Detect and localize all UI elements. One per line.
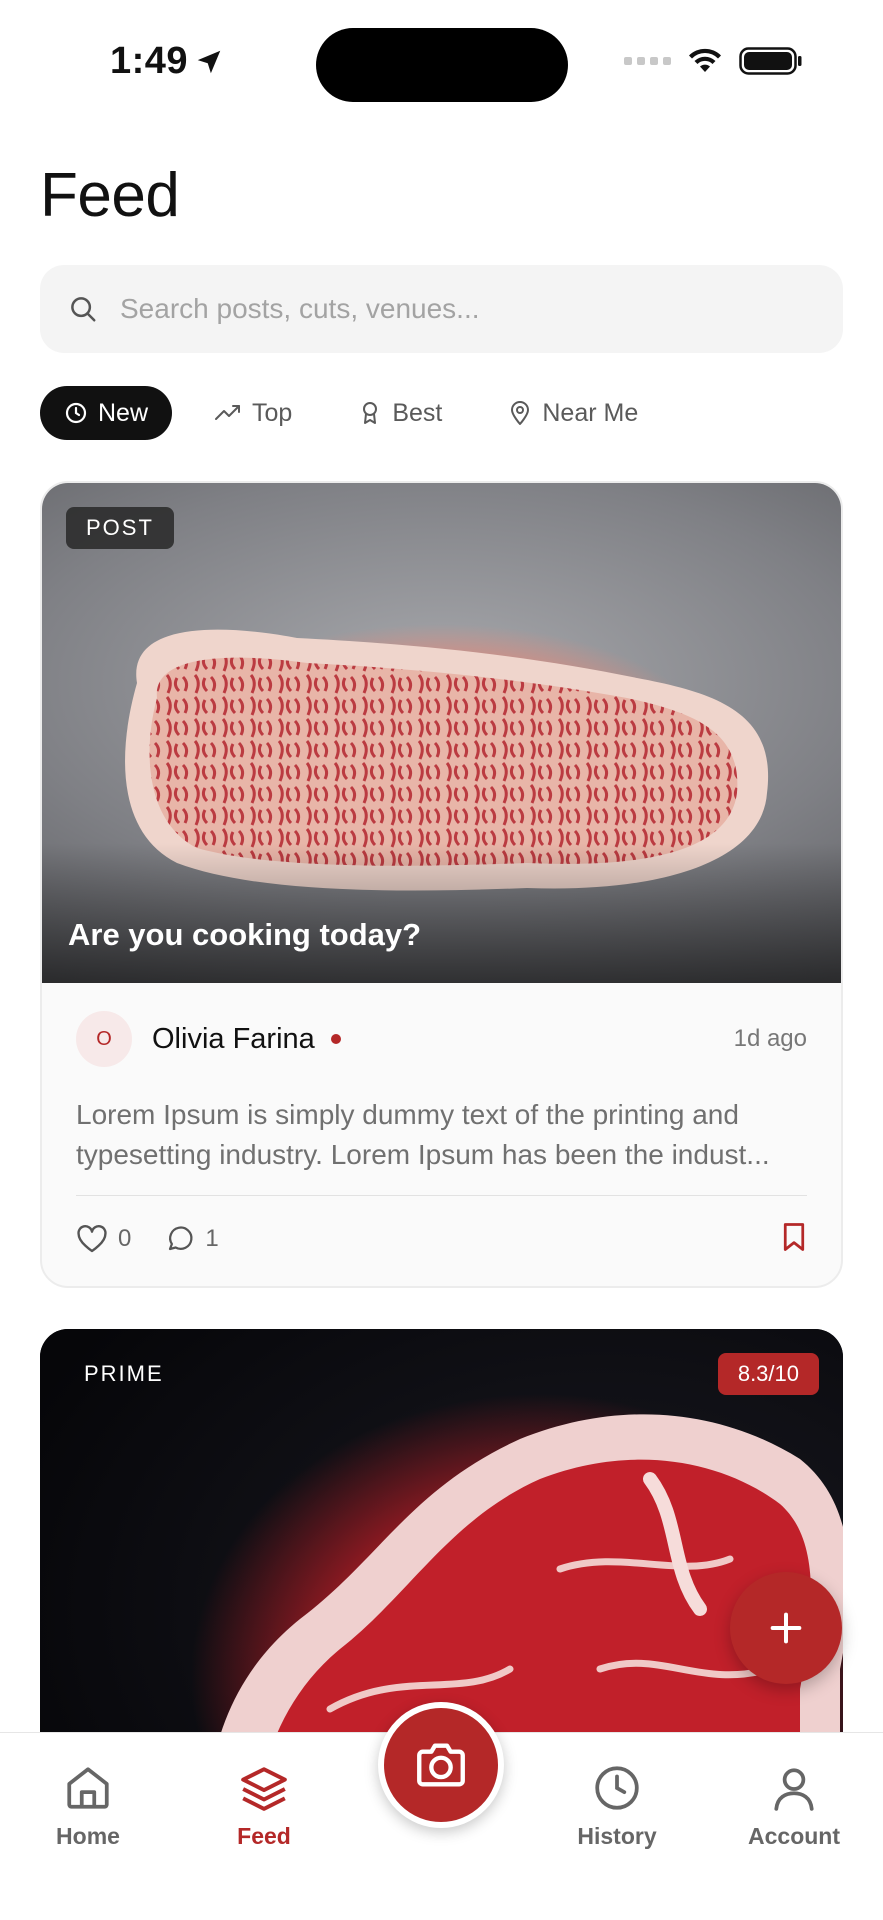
camera-icon	[417, 1743, 465, 1787]
nav-home[interactable]: Home	[8, 1763, 168, 1850]
comment-count: 1	[205, 1225, 219, 1252]
search-input[interactable]	[120, 293, 800, 325]
score-badge: 8.3/10	[717, 1353, 819, 1395]
nav-feed[interactable]: Feed	[184, 1763, 344, 1850]
comment-button[interactable]: 1	[165, 1224, 219, 1254]
trending-up-icon	[215, 405, 241, 420]
location-arrow-icon	[197, 50, 221, 73]
online-status-dot	[330, 1034, 341, 1044]
status-bar: 1:49	[0, 0, 883, 120]
nav-history[interactable]: History	[537, 1763, 697, 1850]
wifi-icon	[689, 48, 721, 72]
bookmark-icon	[783, 1222, 805, 1251]
map-pin-icon	[511, 401, 530, 425]
clock-icon	[595, 1766, 639, 1810]
grade-badge: PRIME	[84, 1361, 164, 1386]
filter-tab-label: New	[98, 398, 149, 427]
bookmark-button[interactable]	[781, 1222, 807, 1257]
feed-screen: 1:49 Feed New	[0, 0, 883, 1920]
plus-icon	[770, 1612, 802, 1644]
post-body: O Olivia Farina 1d ago Lorem Ipsum is si…	[42, 983, 841, 1282]
search-bar[interactable]	[40, 265, 843, 353]
status-icons	[624, 46, 803, 76]
filter-tab-new[interactable]: New	[40, 386, 173, 440]
post-type-badge: POST	[66, 507, 174, 549]
author-row: O Olivia Farina 1d ago	[76, 1011, 807, 1067]
battery-icon	[739, 47, 802, 75]
image-gradient-overlay	[42, 843, 841, 983]
nav-account[interactable]: Account	[714, 1763, 874, 1850]
add-post-button[interactable]	[730, 1572, 842, 1684]
like-button[interactable]: 0	[76, 1224, 131, 1254]
search-icon	[71, 297, 96, 322]
post-text: Lorem Ipsum is simply dummy text of the …	[76, 1099, 770, 1170]
post-caption: Are you cooking today?	[68, 917, 422, 952]
heart-icon	[77, 1225, 107, 1253]
filter-tab-best[interactable]: Best	[334, 386, 466, 440]
cellular-signal-icon	[624, 57, 671, 65]
avatar-initial: O	[96, 1027, 112, 1050]
page-title: Feed	[40, 161, 180, 230]
post-image[interactable]: POST Are you cooking today?	[42, 483, 841, 983]
author-name[interactable]: Olivia Farina	[152, 1023, 315, 1056]
avatar[interactable]: O	[76, 1011, 132, 1067]
nav-history-label: History	[577, 1823, 657, 1849]
like-count: 0	[118, 1225, 132, 1252]
filter-tab-label: Top	[252, 398, 293, 427]
filter-tab-near-me[interactable]: Near Me	[484, 386, 662, 440]
nav-home-label: Home	[56, 1823, 120, 1849]
award-icon	[363, 402, 378, 424]
status-time-text: 1:49	[110, 40, 189, 82]
layers-icon	[241, 1767, 287, 1811]
home-icon	[67, 1767, 109, 1809]
clock-icon	[65, 402, 87, 424]
filter-tab-label: Best	[392, 398, 443, 427]
post-timestamp: 1d ago	[733, 1025, 807, 1052]
filter-tabs: New Top Best Near Me	[40, 386, 662, 440]
status-time: 1:49	[110, 40, 224, 83]
filter-tab-top[interactable]: Top	[190, 386, 316, 440]
comment-icon	[169, 1226, 193, 1251]
post-actions: 0 1	[76, 1196, 807, 1282]
nav-feed-label: Feed	[237, 1823, 291, 1849]
nav-account-label: Account	[748, 1823, 840, 1849]
filter-tab-label: Near Me	[542, 398, 639, 427]
user-icon	[774, 1768, 814, 1811]
post-card[interactable]: POST Are you cooking today? O Olivia Far…	[40, 481, 843, 1288]
camera-button[interactable]	[378, 1702, 504, 1828]
dynamic-island	[316, 28, 568, 102]
